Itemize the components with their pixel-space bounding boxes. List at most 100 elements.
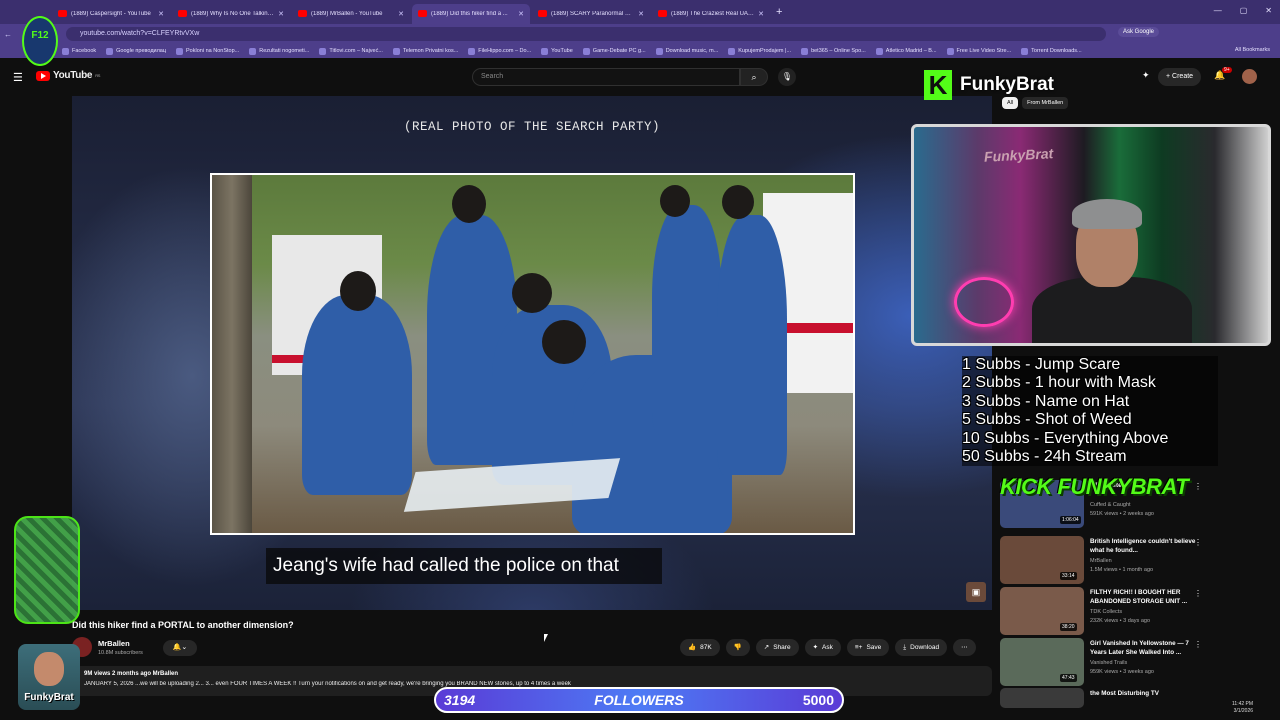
recommended-channel[interactable]: Vanished Trails (1090, 660, 1127, 666)
back-icon[interactable]: ← (0, 30, 16, 39)
close-tab-icon[interactable]: ✕ (518, 10, 524, 18)
browser-tab[interactable]: (1889) MrBallen - YouTube ✕ (292, 4, 410, 24)
recommended-video[interactable]: 33:14 British Intelligence couldn't belie… (1000, 536, 1272, 584)
channel-watermark-icon[interactable]: ▣ (966, 582, 986, 602)
close-tab-icon[interactable]: ✕ (158, 10, 164, 18)
bookmark-item[interactable]: Rezultati nogometi... (249, 47, 310, 55)
recommended-title[interactable]: Girl Vanished In Yellowstone — 7 Years L… (1090, 640, 1200, 657)
bookmark-item[interactable]: Game-Debate PC g... (582, 47, 646, 55)
bookmark-item[interactable]: Free Live Video Stre... (946, 47, 1011, 55)
bookmark-item[interactable]: bet365 – Online Spo... (801, 47, 866, 55)
channel-name[interactable]: MrBallen (98, 639, 130, 648)
sub-goals-list: 1 Subbs - Jump Scare 2 Subbs - 1 hour wit… (962, 356, 1218, 467)
officer-head (660, 185, 690, 217)
download-button[interactable]: ⤓ Download (895, 639, 948, 656)
more-options-icon[interactable]: ⋮ (1194, 640, 1202, 649)
ask-button[interactable]: ✦ Ask (804, 639, 841, 656)
more-options-icon[interactable]: ⋮ (1194, 589, 1202, 598)
ask-google-button[interactable]: Ask Google (1118, 27, 1160, 37)
recommended-channel[interactable]: Cuffed & Caught (1090, 502, 1131, 508)
recommended-video[interactable]: 47:43 Girl Vanished In Yellowstone — 7 Ye… (1000, 638, 1272, 686)
youtube-logo[interactable]: YouTube RS (36, 70, 100, 81)
account-avatar[interactable] (1242, 69, 1257, 84)
save-icon: ≡+ (854, 644, 863, 651)
recommended-video[interactable]: 38:20 FILTHY RICH!! I BOUGHT HER ABANDONE… (1000, 587, 1272, 635)
url-field[interactable]: youtube.com/watch?v=CLFEYRtvVXw (66, 27, 1106, 41)
followers-goal-bar: 3194 FOLLOWERS 5000 (434, 687, 844, 713)
recommended-title[interactable]: the Most Disturbing TV (1090, 690, 1200, 699)
sub-goal-item: 50 Subbs - 24h Stream (962, 448, 1127, 466)
bookmark-item[interactable]: Facebook (62, 47, 96, 55)
streamer-name: FunkyBrat (960, 74, 1054, 95)
close-tab-icon[interactable]: ✕ (638, 10, 644, 18)
save-button[interactable]: ≡+ Save (846, 639, 890, 656)
minimize-icon[interactable]: — (1214, 6, 1222, 15)
bookmark-item[interactable]: Atletico Madrid – B... (875, 47, 937, 55)
recommended-channel[interactable]: TDK Collects (1090, 609, 1122, 615)
bookmark-item[interactable]: Google преводилац (106, 47, 166, 55)
clock-time: 11:42 PM (1232, 701, 1254, 707)
more-actions-button[interactable]: ⋯ (953, 639, 976, 656)
recommended-title[interactable]: British Intelligence couldn't believe wh… (1090, 538, 1200, 555)
bookmark-favicon-icon (62, 47, 69, 55)
share-button[interactable]: ↗ Share (755, 639, 799, 656)
gift-icon[interactable]: ✦ (1142, 70, 1150, 81)
browser-tab[interactable]: (1889) Did this hiker find a ... ✕ (412, 3, 530, 24)
officer-head (512, 273, 552, 313)
bookmark-item[interactable]: Pokloni na NonStop... (176, 47, 239, 55)
f12-logo-text: F12 (31, 30, 49, 41)
download-icon: ⤓ (903, 644, 907, 651)
more-options-icon[interactable]: ⋮ (1194, 482, 1202, 491)
officer-head (542, 320, 586, 364)
avatar-face (34, 652, 64, 686)
like-button[interactable]: 👍 87K (680, 639, 720, 656)
bookmark-item[interactable]: Torrent Downloads... (1021, 47, 1082, 55)
clock-date: 3/1/2026 (1233, 708, 1254, 714)
subscribed-bell-button[interactable]: 🔔⌄ (163, 640, 197, 656)
bookmark-favicon-icon (319, 47, 327, 55)
close-tab-icon[interactable]: ✕ (278, 10, 284, 18)
bookmark-item[interactable]: Download music, m... (655, 47, 719, 55)
officer-head (722, 185, 754, 219)
all-bookmarks-button[interactable]: All Bookmarks (1235, 47, 1270, 53)
video-duration: 38:20 (1060, 623, 1077, 631)
dislike-button[interactable]: 👎 (725, 639, 750, 656)
webcam-neon-sign: FunkyBrat (983, 145, 1054, 165)
video-thumbnail[interactable] (1000, 688, 1084, 708)
close-tab-icon[interactable]: ✕ (398, 10, 404, 18)
video-player[interactable]: (REAL PHOTO OF THE SEARCH PARTY) Jeang's… (72, 96, 992, 610)
followers-label: FOLLOWERS (594, 692, 684, 708)
browser-tab[interactable]: (1889) Caspersight - YouTube ✕ (52, 4, 170, 24)
bookmark-label: YouTube (551, 48, 573, 54)
browser-tab-bar: (1889) Caspersight - YouTube ✕ (1889) Why … (0, 0, 1280, 24)
avatar-name: FunkyBrat (24, 692, 74, 703)
browser-tab[interactable]: (1889) Why Is No One Talking A... ✕ (172, 4, 290, 24)
voice-search-button[interactable]: 🎙 (778, 68, 796, 86)
video-duration: 47:43 (1060, 674, 1077, 682)
new-tab-button[interactable]: + (776, 6, 782, 18)
browser-tab[interactable]: (1889) The Craziest Real UAP C... ✕ (652, 4, 770, 24)
bookmark-item[interactable]: YouTube (541, 47, 573, 55)
bookmark-item[interactable]: Telemon Privatni kos... (392, 47, 458, 55)
bookmark-item[interactable]: KupujemProdajem |... (728, 47, 791, 55)
more-options-icon[interactable]: ⋮ (1194, 538, 1202, 547)
maximize-icon[interactable]: ▢ (1240, 6, 1248, 15)
video-title: Did this hiker find a PORTAL to another … (72, 620, 294, 630)
bookmark-item[interactable]: FileHippo.com – Do... (468, 47, 531, 55)
recommended-channel[interactable]: MrBallen (1090, 558, 1112, 564)
browser-tab[interactable]: (1889) SCARY Paranormal Clips ✕ (532, 4, 650, 24)
sub-goal-item: 5 Subbs - Shot of Weed (962, 411, 1132, 429)
officer-figure (717, 215, 787, 475)
close-tab-icon[interactable]: ✕ (758, 10, 764, 18)
recommended-title[interactable]: FILTHY RICH!! I BOUGHT HER ABANDONED STO… (1090, 589, 1200, 606)
bookmark-item[interactable]: Titlovi.com – Najveć... (319, 47, 383, 55)
close-window-icon[interactable]: ✕ (1265, 6, 1272, 15)
bookmark-label: Download music, m... (665, 48, 719, 54)
bookmark-label: Rezultati nogometi... (259, 48, 310, 54)
search-button[interactable]: ⌕ (740, 68, 768, 86)
create-button[interactable]: + Create (1158, 68, 1202, 86)
thumbs-down-icon: 👎 (733, 644, 742, 651)
search-input[interactable]: Search (472, 68, 740, 86)
menu-icon[interactable]: ☰ (13, 71, 23, 84)
bookmark-favicon-icon (728, 47, 736, 55)
